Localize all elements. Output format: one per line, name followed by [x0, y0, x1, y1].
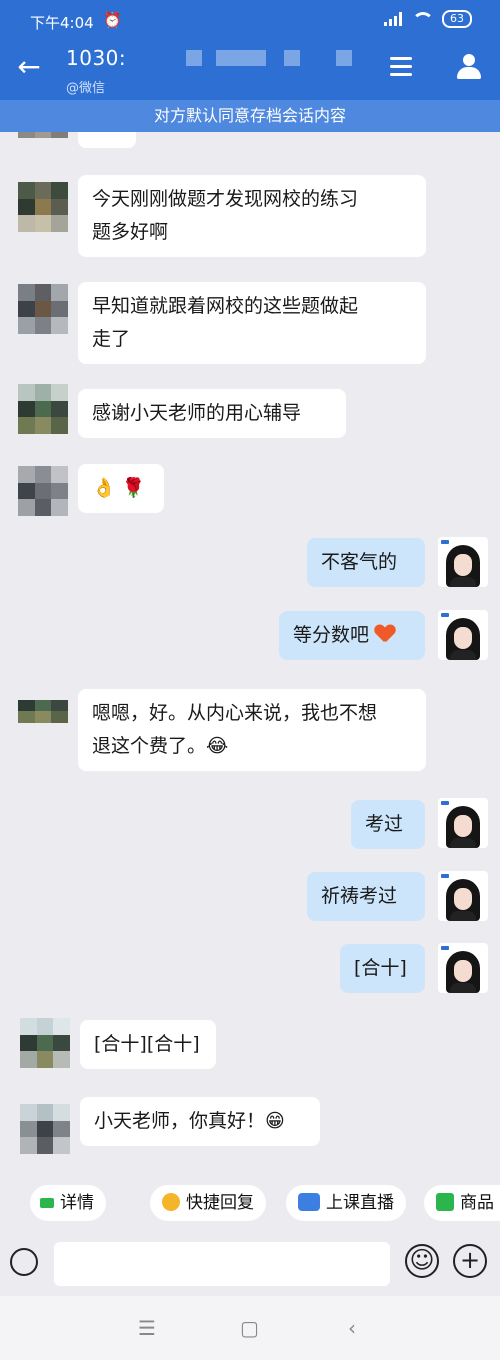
- header-bar: 下午4:04 ⏰ 63 ← 1030: @微信: [0, 0, 500, 100]
- message-text: [合十]: [354, 957, 407, 979]
- message-text: 考过: [365, 813, 404, 835]
- message-text: 祈祷考过: [321, 885, 398, 907]
- status-time: 下午4:04: [30, 14, 94, 32]
- teacher-avatar[interactable]: [438, 943, 488, 993]
- contact-profile-icon[interactable]: [456, 53, 482, 81]
- emoji-icon[interactable]: ☺: [405, 1244, 439, 1278]
- battery-icon: 63: [442, 10, 472, 28]
- alarm-off-icon: ⏰: [103, 11, 122, 29]
- message-text: [合十][合十]: [94, 1033, 200, 1055]
- message-text: 早知道就跟着网校的这些题做起: [92, 295, 359, 317]
- student-avatar[interactable]: [18, 182, 68, 232]
- details-icon: [40, 1198, 54, 1208]
- voice-icon[interactable]: [10, 1248, 38, 1276]
- back-nav-icon[interactable]: ‹: [348, 1316, 356, 1340]
- input-row: ☺ +: [0, 1236, 500, 1296]
- contact-source: @微信: [66, 81, 106, 96]
- chip-label: 上课直播: [326, 1193, 394, 1213]
- live-class-chip[interactable]: 上课直播: [286, 1185, 406, 1221]
- menu-icon[interactable]: ☰: [138, 1316, 156, 1340]
- battery-level: 63: [450, 12, 464, 25]
- message-bubble-outgoing: 不客气的: [307, 538, 425, 587]
- teacher-avatar[interactable]: [438, 871, 488, 921]
- message-bubble: 今天刚刚做题才发现网校的练习 题多好啊: [78, 175, 426, 257]
- chip-label: 快捷回复: [186, 1193, 254, 1213]
- status-bar: 下午4:04 ⏰ 63: [0, 0, 500, 40]
- system-nav-bar: ☰ ▢ ‹: [0, 1296, 500, 1360]
- message-text: 嗯嗯，好。从内心来说，我也不想: [92, 702, 378, 724]
- message-text: 感谢小天老师的用心辅导: [92, 402, 302, 424]
- emoji-message: 👌 🌹: [92, 477, 146, 499]
- message-bubble: [合十][合十]: [80, 1020, 216, 1069]
- message-bubble: 早知道就跟着网校的这些题做起 走了: [78, 282, 426, 364]
- message-text: 走了: [92, 328, 131, 350]
- student-avatar[interactable]: [18, 700, 68, 734]
- teacher-avatar[interactable]: [438, 798, 488, 848]
- student-avatar[interactable]: [18, 132, 68, 150]
- teacher-avatar[interactable]: [438, 610, 488, 660]
- student-avatar[interactable]: [20, 1104, 70, 1154]
- home-icon[interactable]: ▢: [240, 1316, 259, 1340]
- student-avatar[interactable]: [18, 384, 68, 434]
- message-input[interactable]: [54, 1242, 390, 1286]
- archive-notice: 对方默认同意存档会话内容: [0, 100, 500, 132]
- chip-label: 商品: [460, 1193, 494, 1213]
- message-text: 今天刚刚做题才发现网校的练习: [92, 188, 359, 210]
- message-bubble-emoji: 👌 🌹: [78, 464, 164, 513]
- contact-name: 1030:: [66, 46, 127, 70]
- details-chip[interactable]: 详情: [30, 1185, 106, 1221]
- plus-icon[interactable]: +: [453, 1244, 487, 1278]
- redacted-name-block: [284, 50, 300, 66]
- quick-reply-icon: [162, 1193, 180, 1211]
- message-bubble-outgoing: 等分数吧: [279, 611, 425, 660]
- heart-emoji-icon: [375, 625, 395, 643]
- message-bubble-partial: [78, 132, 136, 148]
- message-bubble-outgoing: 考过: [351, 800, 425, 849]
- teacher-avatar[interactable]: [438, 537, 488, 587]
- goods-chip[interactable]: 商品: [424, 1185, 500, 1221]
- message-text: 等分数吧: [293, 624, 370, 646]
- quick-reply-chip[interactable]: 快捷回复: [150, 1185, 266, 1221]
- student-avatar[interactable]: [20, 1018, 70, 1068]
- wifi-icon: [412, 12, 434, 26]
- message-text: 题多好啊: [92, 221, 169, 243]
- status-indicators: 63: [384, 10, 472, 28]
- student-avatar[interactable]: [18, 466, 68, 516]
- quick-action-bar: 详情 快捷回复 上课直播 商品: [0, 1172, 500, 1236]
- redacted-name-block: [186, 50, 202, 66]
- message-bubble: 嗯嗯，好。从内心来说，我也不想 退这个费了。😂: [78, 689, 426, 771]
- message-bubble-outgoing: [合十]: [340, 944, 425, 993]
- redacted-name-block: [216, 50, 266, 66]
- chat-screen: 下午4:04 ⏰ 63 ← 1030: @微信 对方默认同意存档会话内容 今天刚…: [0, 0, 500, 1360]
- signal-icon: [384, 12, 402, 26]
- redacted-name-block: [336, 50, 352, 66]
- chip-label: 详情: [60, 1193, 94, 1213]
- message-bubble: 感谢小天老师的用心辅导: [78, 389, 346, 438]
- message-text: 小天老师，你真好！😁: [94, 1110, 285, 1132]
- goods-icon: [436, 1193, 454, 1211]
- message-text: 退这个费了。😂: [92, 735, 229, 757]
- back-arrow-icon[interactable]: ←: [14, 52, 44, 82]
- live-icon: [298, 1193, 320, 1211]
- message-bubble-outgoing: 祈祷考过: [307, 872, 425, 921]
- chat-settings-icon[interactable]: [390, 52, 418, 82]
- message-text: 不客气的: [321, 551, 398, 573]
- student-avatar[interactable]: [18, 284, 68, 334]
- message-bubble: 小天老师，你真好！😁: [80, 1097, 320, 1146]
